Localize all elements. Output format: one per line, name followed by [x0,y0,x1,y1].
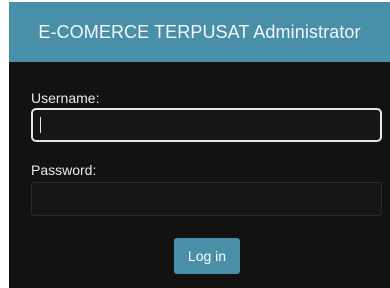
login-card: E-COMERCE TERPUSAT Administrator Usernam… [9,2,390,288]
page-title: E-COMERCE TERPUSAT Administrator [38,21,361,42]
password-label: Password: [31,162,97,178]
username-field[interactable] [31,108,382,142]
login-button[interactable]: Log in [174,238,240,274]
username-label: Username: [31,90,100,106]
login-header: E-COMERCE TERPUSAT Administrator [9,2,390,62]
password-field[interactable] [31,182,382,216]
text-caret [40,117,41,133]
